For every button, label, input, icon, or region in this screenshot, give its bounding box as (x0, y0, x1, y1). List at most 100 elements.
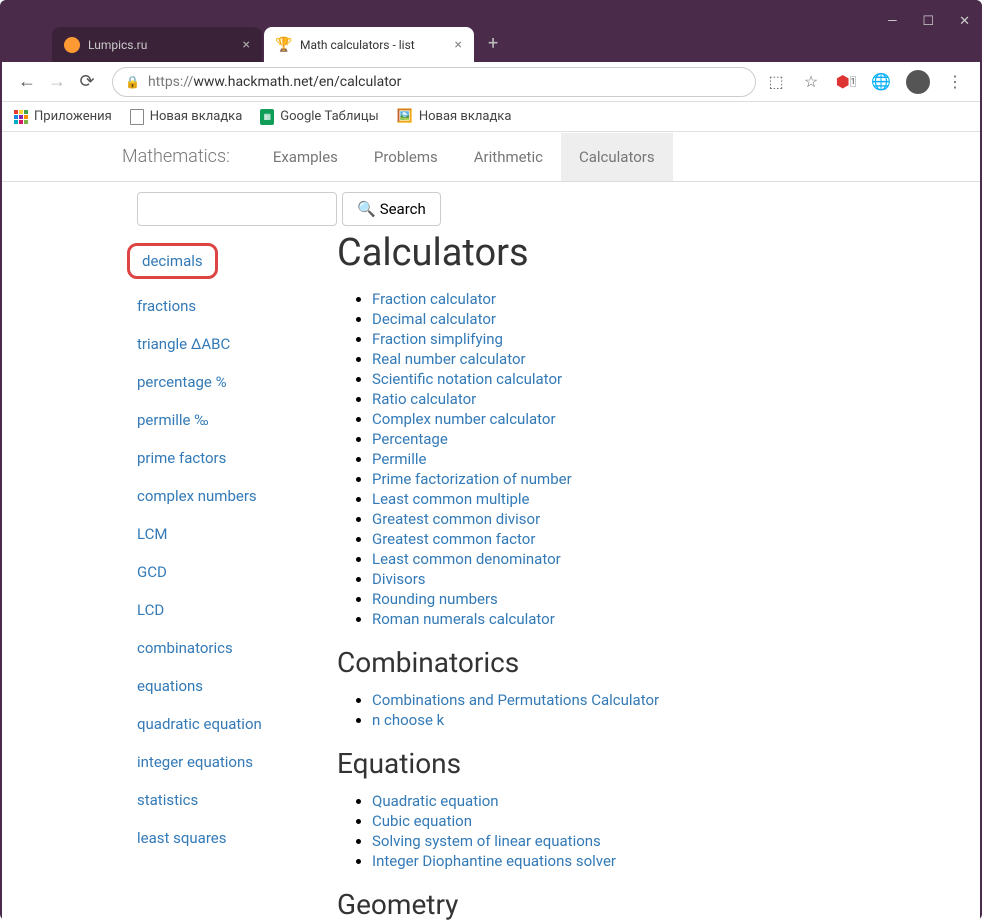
list-item: Rounding numbers (372, 590, 980, 608)
sheets-icon: ▦ (260, 109, 274, 125)
sidebar-link[interactable]: decimals (127, 243, 218, 279)
bookmark-label: Google Таблицы (280, 109, 378, 124)
reload-button[interactable]: ⟳ (72, 71, 102, 92)
bookmark-item[interactable]: ▦ Google Таблицы (260, 109, 378, 125)
browser-toolbar: ← → ⟳ 🔒 https://www.hackmath.net/en/calc… (2, 62, 980, 102)
content-link[interactable]: Quadratic equation (372, 792, 499, 810)
list-item: Complex number calculator (372, 410, 980, 428)
browser-tab-inactive[interactable]: Lumpics.ru × (52, 27, 262, 62)
sidebar-link[interactable]: integer equations (122, 743, 317, 781)
content-link[interactable]: n choose k (372, 711, 444, 729)
sidebar-link[interactable]: complex numbers (122, 477, 317, 515)
content-link[interactable]: Roman numerals calculator (372, 610, 555, 628)
list-item: Prime factorization of number (372, 470, 980, 488)
content-link[interactable]: Divisors (372, 570, 426, 588)
close-icon[interactable]: × (243, 37, 250, 53)
content-link[interactable]: Rounding numbers (372, 590, 498, 608)
sidebar-link[interactable]: LCM (122, 515, 317, 553)
search-icon: 🔍 (357, 200, 376, 218)
content-link[interactable]: Ratio calculator (372, 390, 476, 408)
globe-icon[interactable]: 🌐 (871, 72, 891, 92)
sidebar: decimals fractionstriangle ΔABCpercentage… (122, 236, 317, 920)
list-item: Quadratic equation (372, 792, 980, 810)
content-link[interactable]: Percentage (372, 430, 448, 448)
content-link[interactable]: Complex number calculator (372, 410, 556, 428)
page-viewport[interactable]: Mathematics: Examples Problems Arithmeti… (2, 132, 980, 920)
list-item: Least common multiple (372, 490, 980, 508)
nav-calculators[interactable]: Calculators (561, 133, 673, 181)
nav-examples[interactable]: Examples (255, 133, 356, 181)
extension-icon[interactable]: ⬢1 (836, 72, 856, 92)
sidebar-link[interactable]: quadratic equation (122, 705, 317, 743)
content-link[interactable]: Greatest common factor (372, 530, 535, 548)
search-button-label: Search (380, 200, 426, 218)
profile-avatar[interactable] (906, 70, 930, 94)
content-link[interactable]: Fraction simplifying (372, 330, 503, 348)
menu-icon[interactable]: ⋮ (945, 72, 965, 92)
page-icon (130, 109, 144, 125)
search-row: 🔍 Search (2, 182, 980, 236)
content-link[interactable]: Real number calculator (372, 350, 526, 368)
list-item: Decimal calculator (372, 310, 980, 328)
sidebar-link[interactable]: LCD (122, 591, 317, 629)
list-item: Least common denominator (372, 550, 980, 568)
back-button[interactable]: ← (12, 71, 42, 92)
content-link[interactable]: Fraction calculator (372, 290, 496, 308)
sidebar-link[interactable]: GCD (122, 553, 317, 591)
sidebar-link[interactable]: least squares (122, 819, 317, 857)
content-link[interactable]: Integer Diophantine equations solver (372, 852, 616, 870)
list-item: Fraction simplifying (372, 330, 980, 348)
list-item: Scientific notation calculator (372, 370, 980, 388)
content-link[interactable]: Cubic equation (372, 812, 472, 830)
list-item: Greatest common divisor (372, 510, 980, 528)
main-area: decimals fractionstriangle ΔABCpercentage… (2, 236, 980, 920)
star-icon[interactable]: ☆ (801, 72, 821, 92)
content-link[interactable]: Scientific notation calculator (372, 370, 562, 388)
sidebar-link[interactable]: fractions (122, 287, 317, 325)
toolbar-actions: ⬚ ☆ ⬢1 🌐 ⋮ (766, 70, 965, 94)
sidebar-link[interactable]: percentage % (122, 363, 317, 401)
bookmark-item[interactable]: Новая вкладка (130, 109, 243, 125)
maximize-button[interactable]: ☐ (922, 14, 934, 29)
translate-icon[interactable]: ⬚ (766, 72, 786, 92)
close-icon[interactable]: × (455, 37, 462, 53)
sidebar-link[interactable]: statistics (122, 781, 317, 819)
search-input[interactable] (137, 192, 337, 226)
content-link[interactable]: Decimal calculator (372, 310, 496, 328)
new-tab-button[interactable]: + (488, 33, 498, 54)
sidebar-link[interactable]: equations (122, 667, 317, 705)
nav-problems[interactable]: Problems (356, 133, 456, 181)
browser-tab-active[interactable]: 🏆 Math calculators - list × (264, 27, 474, 62)
sidebar-link[interactable]: triangle ΔABC (122, 325, 317, 363)
url-text: https://www.hackmath.net/en/calculator (148, 74, 401, 90)
apps-shortcut[interactable]: Приложения (14, 109, 112, 124)
link-list: Quadratic equation Cubic equation Solving … (337, 792, 980, 870)
favicon-lumpics (64, 37, 80, 53)
content-link[interactable]: Prime factorization of number (372, 470, 572, 488)
bookmark-item[interactable]: 🖼️ Новая вкладка (397, 109, 512, 124)
bookmark-label: Приложения (34, 109, 112, 124)
window-controls: — ☐ ✕ (887, 14, 970, 29)
close-button[interactable]: ✕ (959, 14, 970, 29)
forward-button[interactable]: → (42, 71, 72, 92)
section-heading: Combinatorics (337, 646, 980, 679)
search-button[interactable]: 🔍 Search (342, 192, 441, 226)
link-list: Combinations and Permutations Calculator… (337, 691, 980, 729)
content-link[interactable]: Greatest common divisor (372, 510, 540, 528)
minimize-button[interactable]: — (887, 14, 897, 29)
sidebar-link[interactable]: permille ‰ (122, 401, 317, 439)
sidebar-link[interactable]: prime factors (122, 439, 317, 477)
list-item: Cubic equation (372, 812, 980, 830)
list-item: n choose k (372, 711, 980, 729)
content-link[interactable]: Least common denominator (372, 550, 561, 568)
content-column: CalculatorsFraction calculatorDecimal ca… (317, 236, 980, 920)
content-link[interactable]: Least common multiple (372, 490, 530, 508)
content-link[interactable]: Combinations and Permutations Calculator (372, 691, 659, 709)
bookmark-label: Новая вкладка (150, 109, 243, 124)
sidebar-link[interactable]: combinatorics (122, 629, 317, 667)
content-link[interactable]: Solving system of linear equations (372, 832, 601, 850)
address-bar[interactable]: 🔒 https://www.hackmath.net/en/calculator (112, 67, 756, 97)
section-heading: Equations (337, 747, 980, 780)
nav-arithmetic[interactable]: Arithmetic (456, 133, 561, 181)
content-link[interactable]: Permille (372, 450, 426, 468)
